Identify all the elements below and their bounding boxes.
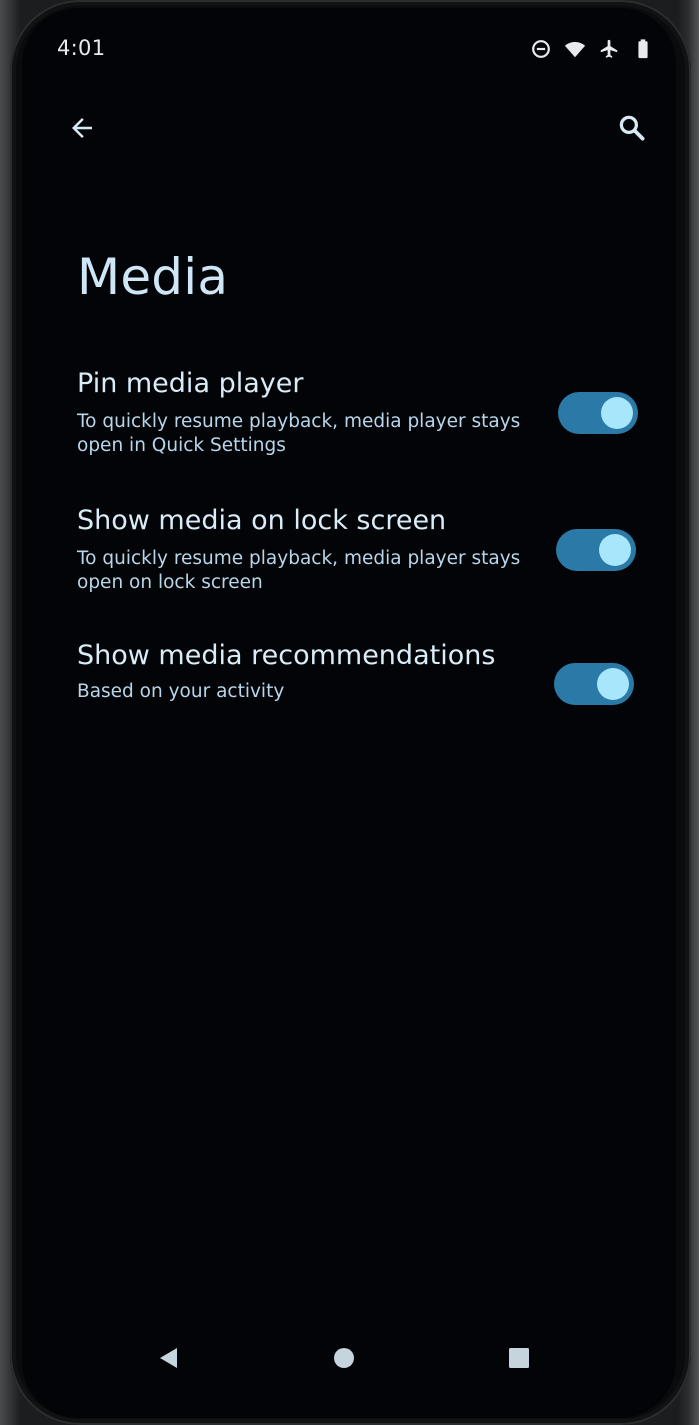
setting-pin-media-player[interactable]: Pin media player To quickly resume playb… xyxy=(22,368,676,478)
airplane-icon xyxy=(598,38,620,60)
status-icons xyxy=(530,38,654,60)
nav-back-button[interactable] xyxy=(139,1328,199,1388)
setting-title: Show media on lock screen xyxy=(77,505,447,536)
toggle-thumb xyxy=(601,397,633,429)
setting-title: Show media recommendations xyxy=(77,640,496,671)
nav-back-triangle-icon xyxy=(160,1348,177,1368)
battery-icon xyxy=(632,38,654,60)
setting-title: Pin media player xyxy=(77,368,304,399)
nav-recents-square-icon xyxy=(509,1348,529,1368)
navigation-bar xyxy=(22,1328,676,1388)
setting-summary: To quickly resume playback, media player… xyxy=(77,411,521,456)
screen: 4:01 Media Pin media player To quickly r… xyxy=(22,8,676,1418)
nav-home-circle-icon xyxy=(334,1348,354,1368)
do-not-disturb-icon xyxy=(530,38,552,60)
show-media-recommendations-toggle[interactable] xyxy=(554,663,634,705)
toggle-thumb xyxy=(599,534,631,566)
setting-show-media-recommendations[interactable]: Show media recommendations Based on your… xyxy=(22,640,676,710)
search-icon xyxy=(619,115,645,141)
arrow-back-icon xyxy=(72,118,92,138)
phone-device: 4:01 Media Pin media player To quickly r… xyxy=(0,0,699,1425)
nav-recents-button[interactable] xyxy=(489,1328,549,1388)
status-bar: 4:01 xyxy=(22,8,676,98)
setting-summary: To quickly resume playback, media player… xyxy=(77,548,521,593)
app-bar xyxy=(22,98,676,158)
back-button[interactable] xyxy=(58,104,106,152)
show-media-lock-screen-toggle[interactable] xyxy=(556,529,636,571)
pin-media-player-toggle[interactable] xyxy=(558,392,638,434)
search-button[interactable] xyxy=(608,104,656,152)
wifi-icon xyxy=(564,38,586,60)
page-title: Media xyxy=(77,248,229,306)
status-clock: 4:01 xyxy=(57,36,106,60)
setting-summary: Based on your activity xyxy=(77,681,285,702)
toggle-thumb xyxy=(597,668,629,700)
nav-home-button[interactable] xyxy=(314,1328,374,1388)
setting-show-media-lock-screen[interactable]: Show media on lock screen To quickly res… xyxy=(22,505,676,615)
